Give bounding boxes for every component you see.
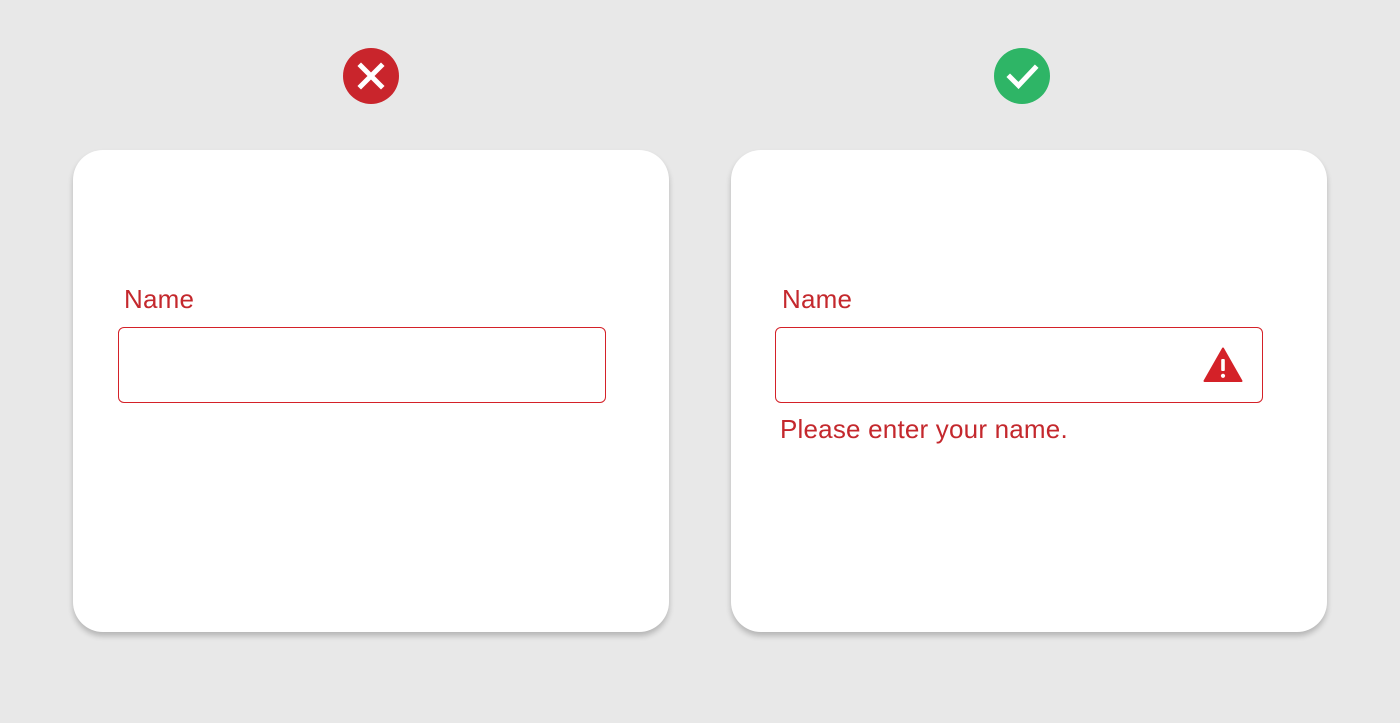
warning-icon [1203,347,1243,383]
close-icon [343,48,399,104]
name-input[interactable] [775,327,1263,403]
name-field-label: Name [782,284,853,314]
error-message: Please enter your name. [780,414,1068,444]
incorrect-example-card: Name [73,150,669,632]
correct-example-card: Name Please enter your name. [731,150,1327,632]
incorrect-example-badge [343,48,399,104]
name-input[interactable] [118,327,606,403]
name-field-label: Name [124,284,195,314]
correct-example-badge [994,48,1050,104]
check-icon [994,48,1050,104]
